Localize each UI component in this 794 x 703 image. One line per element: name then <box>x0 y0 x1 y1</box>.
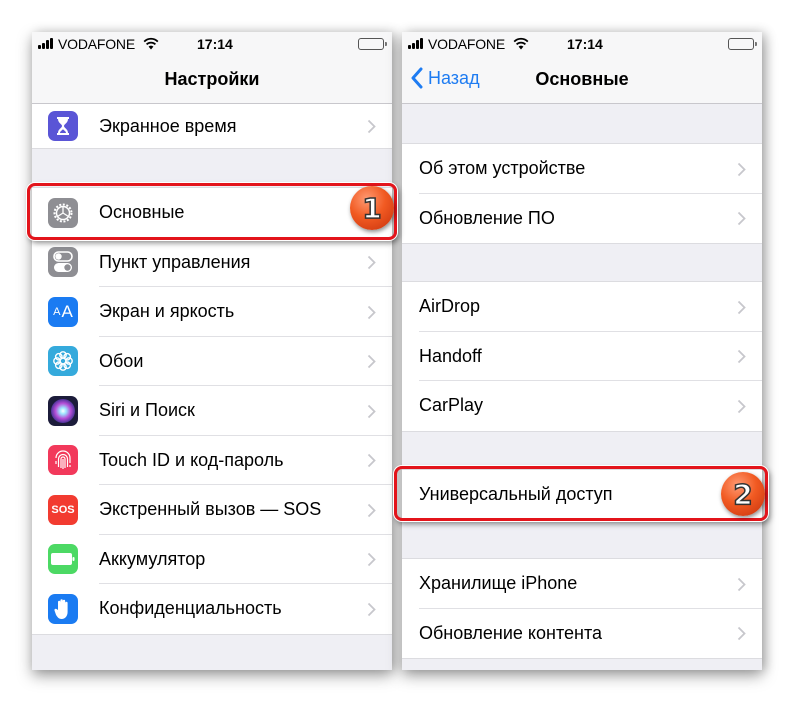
chevron-right-icon <box>367 602 376 616</box>
chevron-right-icon <box>367 355 376 369</box>
chevron-right-icon <box>367 404 376 418</box>
chevron-right-icon <box>737 300 746 314</box>
chevron-right-icon <box>367 503 376 517</box>
settings-item-label: Обои <box>99 350 144 371</box>
status-bar: VODAFONE 17:14 <box>402 32 762 56</box>
settings-group-main: Основные Пункт управления AA Экран и ярк… <box>32 187 392 635</box>
carrier-name: VODAFONE <box>58 36 135 52</box>
siri-icon <box>48 395 78 426</box>
hand-icon <box>48 593 78 624</box>
page-title: Настройки <box>164 69 260 89</box>
settings-item-label: Handoff <box>419 345 482 366</box>
signal-icon <box>38 38 56 49</box>
chevron-right-icon <box>367 454 376 468</box>
flower-icon <box>48 346 78 377</box>
settings-item-handoff[interactable]: Handoff <box>402 332 762 382</box>
settings-group-accessibility: Универсальный доступ <box>402 469 762 521</box>
chevron-right-icon <box>737 627 746 641</box>
chevron-right-icon <box>737 162 746 176</box>
settings-item-label: Универсальный доступ <box>419 484 613 505</box>
clock: 17:14 <box>197 36 233 52</box>
settings-item-touch-id[interactable]: Touch ID и код-пароль <box>32 436 392 486</box>
settings-item-label: Хранилище iPhone <box>419 573 578 594</box>
settings-item-label: Экранное время <box>99 115 237 136</box>
settings-item-accessibility[interactable]: Универсальный доступ <box>402 470 762 520</box>
sos-icon: SOS <box>48 494 78 525</box>
settings-group-continuity: AirDrop Handoff CarPlay <box>402 281 762 432</box>
settings-item-label: Обновление ПО <box>419 207 555 228</box>
chevron-right-icon <box>737 577 746 591</box>
settings-screen: VODAFONE 17:14 Настройки Экранное время … <box>32 32 392 670</box>
fingerprint-icon <box>48 445 78 476</box>
battery-icon <box>728 38 757 50</box>
settings-item-label: AirDrop <box>419 296 481 317</box>
nav-bar: Настройки <box>32 56 392 104</box>
settings-item-label: CarPlay <box>419 395 484 416</box>
settings-item-label: Экран и яркость <box>99 301 235 322</box>
chevron-right-icon <box>737 212 746 226</box>
settings-item-about[interactable]: Об этом устройстве <box>402 144 762 194</box>
hourglass-icon <box>48 111 78 141</box>
settings-item-privacy[interactable]: Конфиденциальность <box>32 584 392 634</box>
chevron-right-icon <box>367 305 376 319</box>
settings-item-siri-search[interactable]: Siri и Поиск <box>32 386 392 436</box>
settings-item-label: Touch ID и код-пароль <box>99 449 284 470</box>
settings-item-display-brightness[interactable]: AA Экран и яркость <box>32 287 392 337</box>
text-size-icon: AA <box>48 296 78 327</box>
settings-item-label: Экстренный вызов — SOS <box>99 499 322 520</box>
settings-item-label: Обновление контента <box>419 622 603 643</box>
clock: 17:14 <box>567 36 603 52</box>
settings-item-background-refresh[interactable]: Обновление контента <box>402 609 762 659</box>
toggles-icon <box>48 247 78 278</box>
chevron-right-icon <box>737 350 746 364</box>
settings-item-label: Об этом устройстве <box>419 158 586 179</box>
status-bar: VODAFONE 17:14 <box>32 32 392 56</box>
battery-icon <box>48 544 78 575</box>
chevron-right-icon <box>367 553 376 567</box>
settings-item-label: Основные <box>99 202 185 223</box>
step-badge-2: 2 <box>721 472 765 516</box>
settings-item-label: Конфиденциальность <box>99 598 282 619</box>
battery-icon <box>358 38 387 50</box>
settings-item-general[interactable]: Основные <box>32 188 392 238</box>
carrier-name: VODAFONE <box>428 36 505 52</box>
chevron-right-icon <box>737 399 746 413</box>
wifi-icon <box>143 37 159 50</box>
settings-group-top: Экранное время <box>32 104 392 149</box>
chevron-right-icon <box>367 119 376 134</box>
settings-group-storage: Хранилище iPhone Обновление контента <box>402 558 762 659</box>
step-badge-1: 1 <box>350 186 394 230</box>
settings-item-airdrop[interactable]: AirDrop <box>402 282 762 332</box>
signal-icon <box>408 38 426 49</box>
settings-item-label: Аккумулятор <box>99 548 206 569</box>
page-title: Основные <box>535 69 629 89</box>
settings-item-iphone-storage[interactable]: Хранилище iPhone <box>402 559 762 609</box>
gear-icon <box>48 197 78 228</box>
general-settings-screen: VODAFONE 17:14 Назад Основные Об этом ус… <box>402 32 762 670</box>
settings-group-device: Об этом устройстве Обновление ПО <box>402 143 762 244</box>
settings-item-label: Siri и Поиск <box>99 400 195 421</box>
settings-item-wallpaper[interactable]: Обои <box>32 337 392 387</box>
chevron-right-icon <box>367 256 376 270</box>
settings-item-software-update[interactable]: Обновление ПО <box>402 194 762 244</box>
settings-item-battery[interactable]: Аккумулятор <box>32 535 392 585</box>
wifi-icon <box>513 37 529 50</box>
settings-item-screen-time[interactable]: Экранное время <box>32 104 392 148</box>
settings-item-carplay[interactable]: CarPlay <box>402 381 762 431</box>
nav-bar: Назад Основные <box>402 56 762 104</box>
settings-item-control-center[interactable]: Пункт управления <box>32 238 392 288</box>
settings-item-label: Пункт управления <box>99 251 251 272</box>
settings-item-emergency-sos[interactable]: SOS Экстренный вызов — SOS <box>32 485 392 535</box>
